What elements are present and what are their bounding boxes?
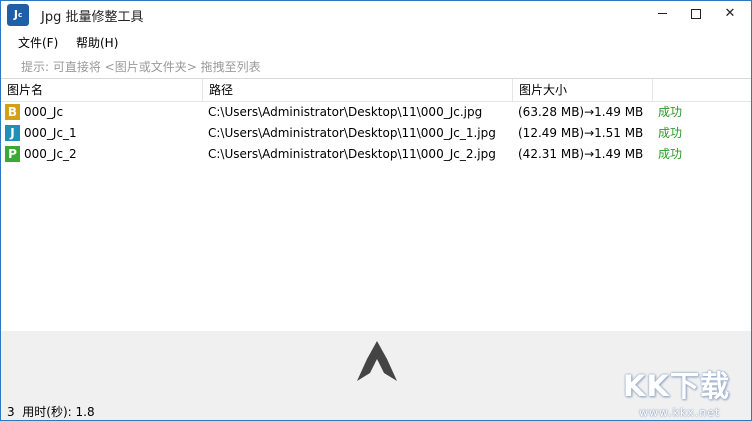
status-text: 成功	[658, 105, 683, 119]
status-summary: 3 用时(秒): 1.8	[7, 403, 95, 420]
drag-hint: 提示: 可直接将 <图片或文件夹> 拖拽至列表	[21, 60, 261, 74]
maximize-button[interactable]	[679, 1, 713, 27]
watermark-url: www.kkx.net	[639, 406, 721, 419]
file-path: C:\Users\Administrator\Desktop\11\000_Jc…	[208, 147, 496, 161]
file-name: 000_Jc_2	[24, 147, 77, 161]
close-icon: ✕	[724, 6, 736, 21]
minimize-icon	[657, 13, 667, 14]
close-button[interactable]: ✕	[713, 1, 747, 27]
watermark-text: KK下载	[623, 369, 730, 403]
elapsed-time: 用时(秒): 1.8	[22, 405, 95, 419]
table-row[interactable]: B 000_Jc C:\Users\Administrator\Desktop\…	[1, 102, 751, 123]
window-title: Jpg 批量修整工具	[41, 10, 144, 25]
file-name: 000_Jc	[24, 105, 64, 119]
column-header-size[interactable]: 图片大小	[513, 79, 653, 101]
column-header-path[interactable]: 路径	[203, 79, 513, 101]
file-size: (42.31 MB)→1.49 MB	[518, 147, 644, 161]
app-icon: Jc	[7, 4, 29, 26]
file-size: (63.28 MB)→1.49 MB	[518, 105, 644, 119]
menu-help[interactable]: 帮助(H)	[76, 34, 118, 51]
file-list[interactable]: 图片名 路径 图片大小 B 000_Jc C:\Users\Administra…	[1, 78, 751, 332]
brand-logo-icon	[353, 339, 401, 386]
maximize-icon	[691, 8, 701, 19]
file-type-icon: J	[5, 125, 20, 141]
column-header-name[interactable]: 图片名	[1, 79, 203, 101]
column-header-status[interactable]	[653, 79, 751, 101]
menu-file[interactable]: 文件(F)	[18, 34, 58, 51]
status-text: 成功	[658, 147, 683, 161]
file-type-icon: B	[5, 104, 20, 120]
watermark: KK下载 www.kkx.net	[617, 363, 751, 419]
file-type-icon: P	[5, 146, 20, 162]
status-text: 成功	[658, 126, 683, 140]
title-bar[interactable]: Jc Jpg 批量修整工具 ✕	[1, 1, 751, 29]
minimize-button[interactable]	[645, 1, 679, 27]
file-path: C:\Users\Administrator\Desktop\11\000_Jc…	[208, 126, 496, 140]
file-count: 3	[7, 405, 15, 419]
table-row[interactable]: P 000_Jc_2 C:\Users\Administrator\Deskto…	[1, 144, 751, 165]
app-window: Jc Jpg 批量修整工具 ✕ 文件(F) 帮助(H) 提示: 可直接将 <图片…	[0, 0, 752, 421]
menu-bar: 文件(F) 帮助(H)	[1, 29, 751, 53]
file-name: 000_Jc_1	[24, 126, 77, 140]
file-path: C:\Users\Administrator\Desktop\11\000_Jc…	[208, 105, 483, 119]
table-header: 图片名 路径 图片大小	[1, 79, 751, 102]
file-size: (12.49 MB)→1.51 MB	[518, 126, 644, 140]
app-icon-sub: c	[17, 11, 23, 19]
table-row[interactable]: J 000_Jc_1 C:\Users\Administrator\Deskto…	[1, 123, 751, 144]
brand-logo-svg	[357, 341, 397, 381]
